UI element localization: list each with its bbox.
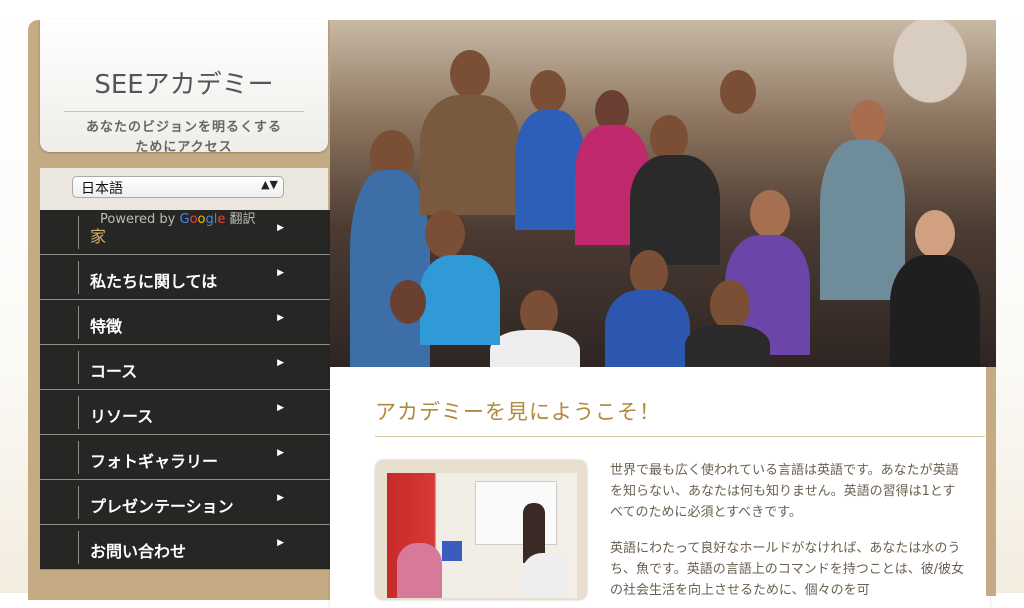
logo-card: SEEアカデミー あなたのビジョンを明るくする ためにアクセス [40, 20, 328, 155]
nav-item-photo-gallery[interactable]: フォトギャラリー ▶ [40, 435, 330, 480]
person [490, 330, 580, 367]
nav-item-courses[interactable]: コース ▶ [40, 345, 330, 390]
student [522, 553, 567, 598]
person [710, 280, 750, 330]
student [397, 543, 442, 598]
nav-divider [78, 351, 79, 384]
heading-divider [375, 436, 985, 437]
select-arrows-icon: ▲▼ [261, 178, 278, 191]
content-edge [986, 366, 996, 596]
person [530, 70, 566, 114]
nav-item-contact[interactable]: お問い合わせ ▶ [40, 525, 330, 570]
person [720, 70, 756, 114]
tagline-line-1: あなたのビジョンを明るくする [85, 120, 282, 135]
person [605, 290, 690, 367]
person [915, 210, 955, 258]
caret-right-icon: ▶ [277, 313, 284, 323]
nav-item-features[interactable]: 特徴 ▶ [40, 300, 330, 345]
main-nav: 家 ▶ 私たちに関しては ▶ 特徴 ▶ コース ▶ リソース ▶ フォトギャラリ… [40, 210, 330, 570]
site-title[interactable]: SEEアカデミー [40, 64, 328, 101]
powered-by-google-translate[interactable]: Powered by Google 翻訳 [100, 208, 256, 227]
person [390, 280, 426, 324]
caret-right-icon: ▶ [277, 538, 284, 548]
person [685, 325, 770, 367]
person [420, 95, 520, 215]
caret-right-icon: ▶ [277, 358, 284, 368]
nav-divider [78, 531, 79, 564]
caret-right-icon: ▶ [277, 403, 284, 413]
nav-item-label: 特徴 [90, 317, 123, 336]
person [820, 140, 905, 300]
caret-right-icon: ▶ [277, 448, 284, 458]
person [350, 170, 430, 367]
nav-item-resources[interactable]: リソース ▶ [40, 390, 330, 435]
nav-divider [78, 486, 79, 519]
tagline-line-2: ためにアクセス [135, 140, 233, 155]
person [750, 190, 790, 238]
hero-group-photo [330, 20, 996, 367]
caret-right-icon: ▶ [277, 268, 284, 278]
person [420, 255, 500, 345]
google-logo: Google [179, 212, 226, 227]
caret-right-icon: ▶ [277, 493, 284, 503]
nav-item-label: リソース [90, 407, 154, 426]
chair [442, 541, 462, 561]
nav-item-label: お問い合わせ [90, 542, 187, 561]
nav-divider [78, 216, 79, 249]
language-select[interactable]: 日本語 ▲▼ [72, 176, 284, 198]
nav-divider [78, 441, 79, 474]
powered-by-text: Powered by [100, 212, 176, 227]
caret-right-icon: ▶ [277, 223, 284, 233]
welcome-heading: アカデミーを見にようこそ！ [375, 400, 661, 424]
nav-item-about[interactable]: 私たちに関しては ▶ [40, 255, 330, 300]
person [630, 155, 720, 265]
nav-item-label: フォトギャラリー [90, 452, 219, 471]
nav-item-label: コース [90, 362, 138, 381]
classroom-photo[interactable] [387, 473, 577, 598]
person [890, 255, 980, 367]
language-select-value: 日本語 [81, 181, 123, 197]
nav-divider [78, 261, 79, 294]
nav-item-label: 私たちに関しては [90, 272, 218, 291]
nav-item-presentation[interactable]: プレゼンテーション ▶ [40, 480, 330, 525]
nav-divider [78, 306, 79, 339]
nav-item-label: プレゼンテーション [90, 497, 234, 516]
title-divider [64, 111, 304, 112]
person [425, 210, 465, 258]
translate-text: 翻訳 [229, 212, 256, 227]
person [450, 50, 490, 98]
nav-divider [78, 396, 79, 429]
intro-paragraph-2: 英語にわたって良好なホールドがなければ、あなたは水のうち、魚です。英語の言語上の… [610, 541, 965, 598]
site-tagline: あなたのビジョンを明るくする ためにアクセス [40, 118, 328, 158]
intro-paragraph-1: 世界で最も広く使われている言語は英語です。あなたが英語を知らない、あなたは何も知… [610, 463, 959, 520]
person [850, 100, 886, 144]
